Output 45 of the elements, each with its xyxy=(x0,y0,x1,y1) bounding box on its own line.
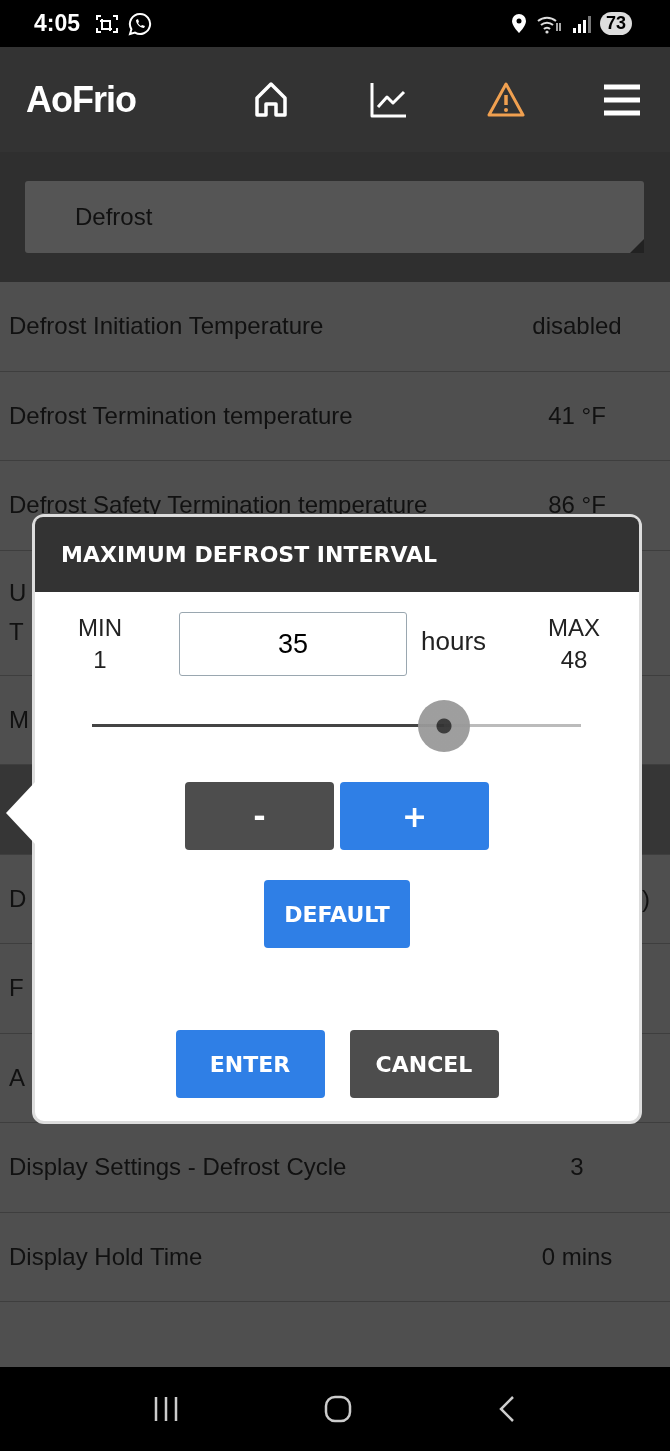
setting-label: Defrost Initiation Temperature xyxy=(9,312,324,341)
battery-level: 73 xyxy=(599,12,632,35)
setting-label: Defrost Safety Termination temperature xyxy=(9,491,428,520)
chat-icon xyxy=(128,11,153,36)
setting-row[interactable]: Defrost Termination temperature 41 °F xyxy=(0,371,670,461)
setting-value: 0 mins xyxy=(540,1242,614,1271)
dialog-button[interactable]: CANCEL xyxy=(349,1030,499,1098)
max-value: 48 xyxy=(560,646,588,674)
setting-value: ) xyxy=(641,884,650,913)
setting-label: M xyxy=(9,705,29,734)
logo: AoFrio xyxy=(26,78,137,121)
setting-label: U T xyxy=(9,578,27,647)
setting-row[interactable]: Defrost Initiation Temperature disabled xyxy=(0,282,670,372)
setting-value: disabled xyxy=(531,312,623,341)
setting-label: Display Hold Time xyxy=(9,1242,203,1271)
setting-label: D xyxy=(9,884,27,913)
section-dropdown[interactable]: Defrost xyxy=(25,181,644,253)
dialog-title: MAXIMUM DEFROST INTERVAL xyxy=(35,517,639,592)
setting-value: 41 °F xyxy=(547,401,607,430)
setting-value: 3 xyxy=(569,1153,585,1182)
step-button[interactable]: + xyxy=(340,782,489,850)
location-icon xyxy=(509,12,528,35)
setting-row[interactable]: Display Hold Time 0 mins xyxy=(0,1212,670,1302)
value-input[interactable]: 35 xyxy=(179,612,407,676)
min-label: MIN xyxy=(78,614,122,642)
status-time: 4:05 xyxy=(34,10,81,37)
min-value: 1 xyxy=(93,646,107,674)
menu-icon[interactable] xyxy=(602,82,642,117)
unit-label: hours xyxy=(421,625,488,657)
setting-label: A xyxy=(9,1063,25,1092)
resize-corner-icon xyxy=(630,239,644,253)
default-button[interactable]: DEFAULT xyxy=(264,880,410,948)
warning-icon[interactable] xyxy=(486,80,526,119)
setting-label: Defrost Termination temperature xyxy=(9,401,353,430)
max-label: MAX xyxy=(548,614,600,642)
step-button[interactable]: - xyxy=(185,782,334,850)
signal-icon xyxy=(571,13,592,34)
slider-thumb[interactable] xyxy=(418,700,471,752)
screenshot-icon xyxy=(94,12,121,35)
setting-label: F xyxy=(9,974,24,1003)
home-button-icon[interactable] xyxy=(323,1394,353,1424)
setting-value: 86 °F xyxy=(547,491,607,520)
dialog-button[interactable]: ENTER xyxy=(175,1030,325,1098)
slider[interactable] xyxy=(92,700,581,752)
setting-label: Display Settings - Defrost Cycle xyxy=(9,1153,347,1182)
